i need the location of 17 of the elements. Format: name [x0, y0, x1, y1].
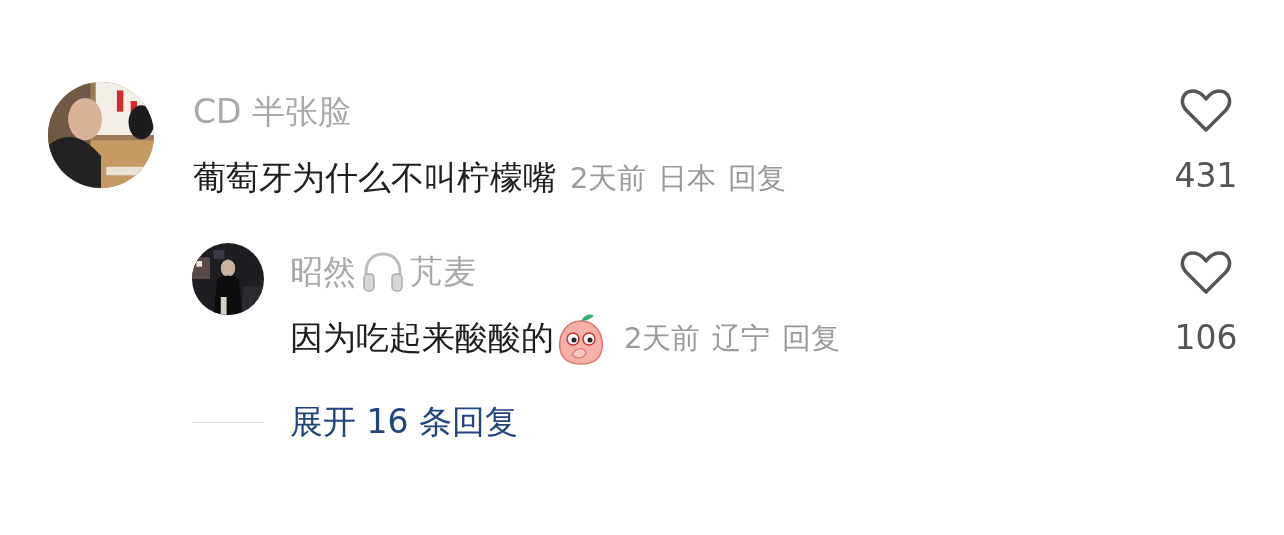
location: 辽宁 [712, 320, 771, 357]
like-count: 106 [1174, 317, 1238, 359]
like-count: 431 [1174, 155, 1238, 197]
heart-icon[interactable] [1180, 88, 1232, 134]
username[interactable]: CD 半张脸 [193, 90, 351, 134]
username[interactable]: 昭然 [290, 250, 356, 294]
comment-text: 因为吃起来酸酸的 [290, 317, 554, 359]
heart-icon[interactable] [1180, 250, 1232, 296]
headphones-icon [360, 250, 406, 294]
reply-link[interactable]: 回复 [728, 156, 787, 200]
post-time: 2天前 [624, 320, 701, 357]
expand-replies-link[interactable]: 展开 16 条回复 [290, 400, 518, 444]
reply-link[interactable]: 回复 [782, 316, 841, 360]
username[interactable]: 芃麦 [410, 250, 476, 294]
comment-text: 葡萄牙为什么不叫柠檬嘴 [193, 157, 556, 199]
location: 日本 [658, 160, 717, 197]
post-time: 2天前 [570, 160, 647, 197]
